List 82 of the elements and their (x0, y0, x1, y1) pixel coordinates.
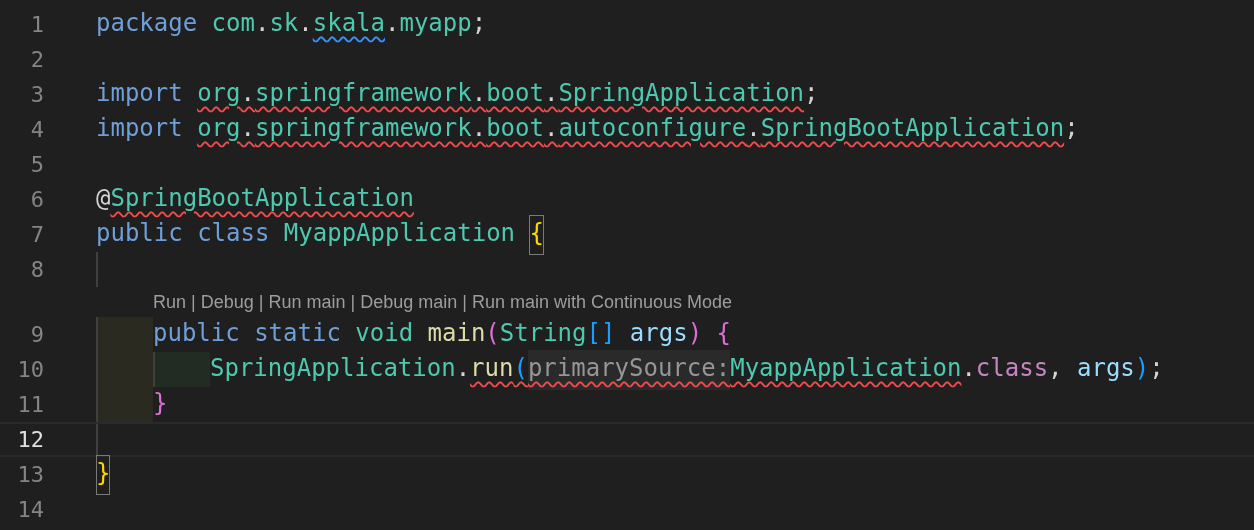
bracket: [] (586, 317, 616, 349)
code-token: MyappApplication (283, 217, 517, 249)
code-token: . (240, 112, 255, 144)
code-token: boot (486, 77, 544, 109)
line-number: 11 (16, 393, 44, 416)
codelens-link[interactable]: Run main (268, 293, 346, 311)
codelens-link[interactable]: Debug main (360, 293, 458, 311)
line-number: 5 (29, 153, 44, 176)
bracket: ( (513, 352, 528, 384)
code-token: SpringApplication (210, 352, 456, 384)
code-token: package (96, 7, 199, 39)
code-token: . (240, 77, 255, 109)
line-number: 2 (29, 48, 44, 71)
code-token: main (427, 317, 486, 349)
code-token: springframework (254, 77, 472, 109)
line-number: 6 (29, 188, 44, 211)
inlay-hint: primarySource: (527, 349, 731, 390)
code-token: . (385, 7, 400, 39)
bracket: { (715, 317, 731, 349)
code-token: SpringBootApplication (110, 182, 414, 214)
code-token: class (975, 352, 1049, 384)
code-token: ; (1064, 112, 1079, 144)
code-token: public class (96, 217, 271, 249)
code-token: run (470, 352, 514, 384)
line-number: 12 (16, 428, 44, 451)
code-token: sk (269, 7, 299, 39)
line-number: 3 (29, 83, 44, 106)
bracket: ) (1134, 352, 1150, 384)
bracket: { (529, 214, 544, 255)
code-token: . (455, 352, 471, 384)
code-token: void (355, 317, 415, 349)
codelens-link[interactable]: Run main with Continuous Mode (471, 293, 733, 311)
code-token: ; (471, 7, 487, 39)
code-token: MyappApplication (730, 352, 962, 384)
code-token: skala (312, 7, 385, 39)
code-token: . (471, 112, 487, 144)
line-number: 10 (16, 358, 44, 381)
line-number: 8 (29, 258, 44, 281)
code-token: boot (486, 112, 544, 144)
code-token: ; (804, 77, 819, 109)
line-number: 14 (16, 498, 44, 521)
code-token: import (96, 77, 184, 109)
code-token: com (211, 7, 255, 39)
code-token: args (628, 317, 688, 349)
code-token: ; (1149, 352, 1164, 384)
code-token: . (543, 112, 559, 144)
code-token: import (96, 112, 184, 144)
code-token: . (471, 77, 487, 109)
code-token: String (499, 317, 587, 349)
separator: | (190, 293, 197, 311)
code-token: . (961, 352, 976, 384)
code-token: @ (96, 182, 111, 214)
line-number: 1 (29, 13, 44, 36)
code-token: . (746, 112, 761, 144)
code-token: . (543, 77, 559, 109)
bracket: } (96, 454, 111, 495)
separator: | (349, 293, 357, 311)
line-number: 13 (16, 463, 44, 486)
code-token: autoconfigure (558, 112, 747, 144)
line-number: 4 (29, 118, 44, 141)
code-token: . (254, 7, 270, 39)
separator: | (461, 293, 468, 311)
code-token: , (1048, 352, 1064, 384)
line-number: 9 (29, 323, 44, 346)
indent-guide (153, 352, 210, 387)
codelens-link[interactable]: Run (153, 293, 187, 311)
codelens-link[interactable]: Debug (200, 293, 254, 311)
line-number: 7 (29, 223, 44, 246)
code-token: . (298, 7, 313, 39)
code-token: args (1077, 352, 1135, 384)
code-token: org (197, 77, 241, 109)
code-token: org (197, 112, 241, 144)
bracket: ( (485, 317, 500, 349)
code-token: SpringBootApplication (760, 112, 1065, 144)
code-token: myapp (399, 7, 472, 39)
separator: | (257, 293, 265, 311)
code-token: public static (153, 317, 342, 349)
code-token: springframework (254, 112, 472, 144)
bracket: ) (687, 317, 703, 349)
bracket: } (153, 387, 168, 419)
indent-guide (96, 317, 153, 352)
code-token: SpringApplication (558, 77, 805, 109)
